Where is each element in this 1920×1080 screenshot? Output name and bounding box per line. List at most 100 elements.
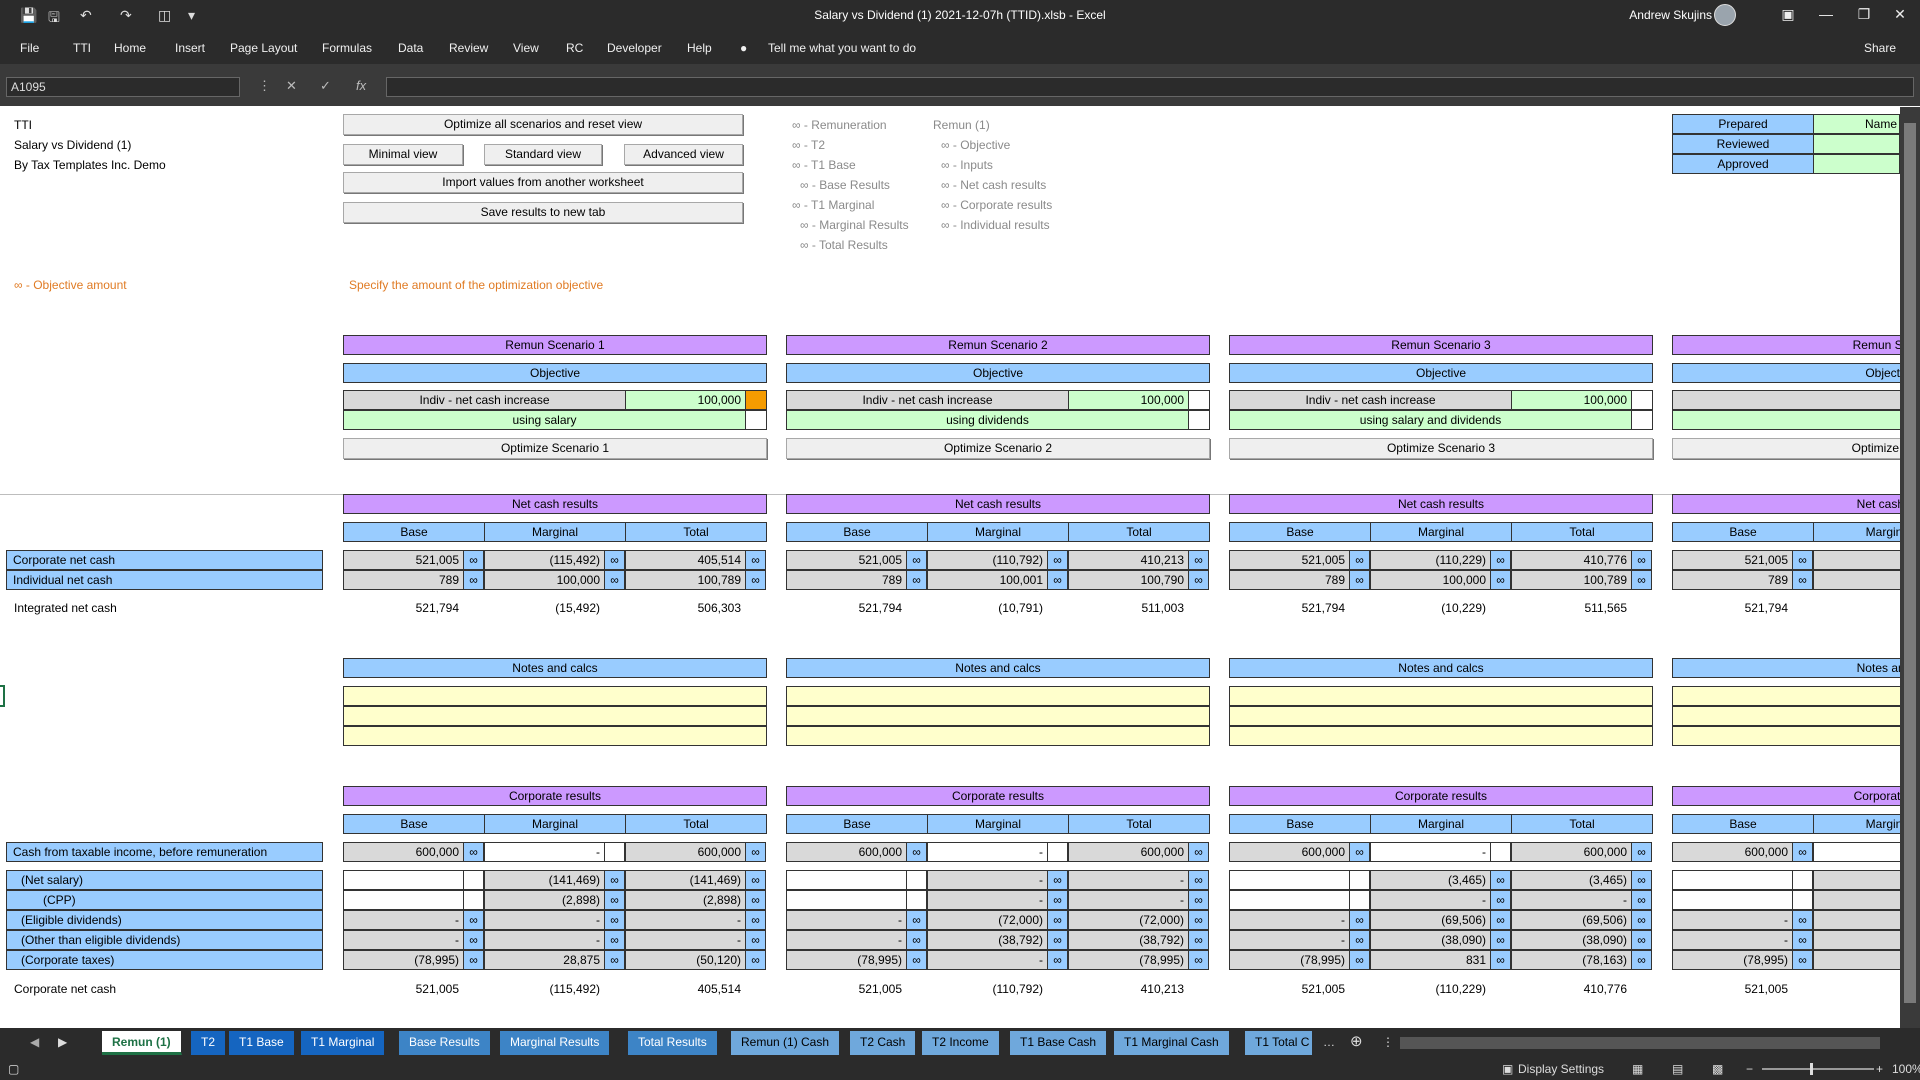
infinity-link-icon[interactable]: ∞ <box>463 842 484 862</box>
infinity-link-icon[interactable]: ∞ <box>745 930 766 950</box>
infinity-link-icon[interactable]: ∞ <box>745 950 766 970</box>
infinity-link-icon[interactable]: ∞ <box>906 910 927 930</box>
notes-cell[interactable] <box>1672 726 1900 746</box>
objective-value-cell[interactable]: 100,000 <box>1068 390 1189 410</box>
sheet-tab-t1-base-cash[interactable]: T1 Base Cash <box>1010 1031 1108 1055</box>
infinity-link-icon[interactable]: ∞ <box>1188 910 1209 930</box>
nav-link-base-results[interactable]: ∞ - Base Results <box>800 178 890 192</box>
infinity-link-icon[interactable]: ∞ <box>1792 950 1813 970</box>
sheet-tab-base-results[interactable]: Base Results <box>399 1031 491 1055</box>
minimal-view-button[interactable]: Minimal view <box>343 144 463 165</box>
infinity-link-icon[interactable]: ∞ <box>1188 550 1209 570</box>
name-box[interactable]: A1095 <box>6 77 240 97</box>
sheet-tab-t1-marginal-cash[interactable]: T1 Marginal Cash <box>1114 1031 1230 1055</box>
ribbon-tab-review[interactable]: Review <box>449 41 488 55</box>
optimize-scenario-button[interactable]: Optimize Scenario 2 <box>786 438 1210 459</box>
ribbon-tab-view[interactable]: View <box>513 41 539 55</box>
infinity-link-icon[interactable]: ∞ <box>906 950 927 970</box>
infinity-link-icon[interactable]: ∞ <box>1490 890 1511 910</box>
sheet-tab-remun-1[interactable]: Remun (1) <box>102 1031 182 1055</box>
restore-icon[interactable]: ❐ <box>1844 6 1884 23</box>
formula-input[interactable] <box>386 77 1914 97</box>
infinity-link-icon[interactable]: ∞ <box>906 570 927 590</box>
infinity-link-icon[interactable]: ∞ <box>906 930 927 950</box>
infinity-link-icon[interactable]: ∞ <box>745 570 766 590</box>
infinity-link-icon[interactable]: ∞ <box>1188 950 1209 970</box>
sheet-tab-t1-marginal[interactable]: T1 Marginal <box>301 1031 386 1055</box>
infinity-link-icon[interactable]: ∞ <box>1792 550 1813 570</box>
scroll-tabs-left-icon[interactable]: ◀ <box>20 1031 51 1055</box>
optimize-scenario-button[interactable]: Optimize Sc <box>1672 438 1900 459</box>
ribbon-tab-page-layout[interactable]: Page Layout <box>230 41 297 55</box>
objective-value-cell[interactable]: 100,000 <box>1511 390 1632 410</box>
infinity-link-icon[interactable]: ∞ <box>1047 870 1068 890</box>
scroll-tabs-right-icon[interactable]: ▶ <box>48 1031 79 1055</box>
method-cell[interactable]: using salary <box>343 410 746 430</box>
sheet-tab-t2-cash[interactable]: T2 Cash <box>850 1031 917 1055</box>
infinity-link-icon[interactable]: ∞ <box>463 570 484 590</box>
add-sheet-icon[interactable]: ⊕ <box>1340 1031 1374 1055</box>
infinity-link-icon[interactable]: ∞ <box>1349 910 1370 930</box>
optimize-all-button[interactable]: Optimize all scenarios and reset view <box>343 114 743 135</box>
infinity-link-icon[interactable]: ∞ <box>1631 570 1652 590</box>
share-button[interactable]: Share <box>1864 41 1896 55</box>
infinity-link-icon[interactable]: ∞ <box>1490 930 1511 950</box>
infinity-link-icon[interactable]: ∞ <box>1188 890 1209 910</box>
save-results-button[interactable]: Save results to new tab <box>343 202 743 223</box>
objective-value-cell[interactable]: 100,000 <box>625 390 746 410</box>
infinity-link-icon[interactable]: ∞ <box>604 550 625 570</box>
horizontal-scrollbar[interactable] <box>1400 1037 1880 1049</box>
infinity-link-icon[interactable]: ∞ <box>1047 570 1068 590</box>
infinity-link-icon[interactable]: ∞ <box>1047 950 1068 970</box>
infinity-link-icon[interactable]: ∞ <box>604 890 625 910</box>
infinity-link-icon[interactable]: ∞ <box>1792 570 1813 590</box>
infinity-link-icon[interactable]: ∞ <box>604 870 625 890</box>
infinity-link-icon[interactable]: ∞ <box>1188 930 1209 950</box>
nav-link-individual-results[interactable]: ∞ - Individual results <box>941 218 1050 232</box>
notes-cell[interactable] <box>1672 686 1900 706</box>
more-options-icon[interactable]: ⋮ <box>258 78 271 94</box>
ribbon-tab-rc[interactable]: RC <box>566 41 583 55</box>
infinity-link-icon[interactable]: ∞ <box>1188 570 1209 590</box>
infinity-link-icon[interactable]: ∞ <box>1047 550 1068 570</box>
ribbon-tab-developer[interactable]: Developer <box>607 41 662 55</box>
infinity-link-icon[interactable]: ∞ <box>463 550 484 570</box>
infinity-link-icon[interactable]: ∞ <box>1631 842 1652 862</box>
infinity-link-icon[interactable]: ∞ <box>1631 950 1652 970</box>
ribbon-tab-formulas[interactable]: Formulas <box>322 41 372 55</box>
method-flag-cell[interactable] <box>1631 410 1653 430</box>
method-flag-cell[interactable] <box>1188 410 1210 430</box>
optimize-scenario-button[interactable]: Optimize Scenario 3 <box>1229 438 1653 459</box>
notes-cell[interactable] <box>343 686 767 706</box>
infinity-link-icon[interactable]: ∞ <box>1047 890 1068 910</box>
infinity-link-icon[interactable]: ∞ <box>745 550 766 570</box>
infinity-link-icon[interactable]: ∞ <box>463 950 484 970</box>
notes-cell[interactable] <box>1229 706 1653 726</box>
objective-flag-cell[interactable] <box>745 390 767 410</box>
objective-label-cell[interactable]: Indiv - net cash increase <box>786 390 1069 410</box>
notes-cell[interactable] <box>786 686 1210 706</box>
notes-cell[interactable] <box>1229 726 1653 746</box>
nav-link-remuneration[interactable]: ∞ - Remuneration <box>792 118 887 132</box>
method-flag-cell[interactable] <box>745 410 767 430</box>
zoom-in-icon[interactable]: + <box>1876 1062 1883 1076</box>
infinity-link-icon[interactable]: ∞ <box>463 910 484 930</box>
infinity-link-icon[interactable] <box>1490 842 1511 862</box>
display-settings-icon[interactable]: ▣ <box>1502 1062 1513 1076</box>
zoom-level[interactable]: 100% <box>1892 1062 1920 1076</box>
infinity-link-icon[interactable]: ∞ <box>906 550 927 570</box>
sheet-tab-t2-income[interactable]: T2 Income <box>922 1031 1000 1055</box>
objective-flag-cell[interactable] <box>1188 390 1210 410</box>
infinity-link-icon[interactable]: ∞ <box>1631 870 1652 890</box>
normal-view-icon[interactable]: ▦ <box>1632 1062 1643 1076</box>
infinity-link-icon[interactable]: ∞ <box>1490 550 1511 570</box>
infinity-link-icon[interactable]: ∞ <box>1490 950 1511 970</box>
zoom-out-icon[interactable]: − <box>1746 1062 1753 1076</box>
user-name[interactable]: Andrew Skujins <box>1629 8 1712 22</box>
infinity-link-icon[interactable]: ∞ <box>745 910 766 930</box>
nav-link-inputs[interactable]: ∞ - Inputs <box>941 158 993 172</box>
infinity-link-icon[interactable] <box>1047 842 1068 862</box>
infinity-link-icon[interactable]: ∞ <box>1349 950 1370 970</box>
infinity-link-icon[interactable]: ∞ <box>1792 910 1813 930</box>
infinity-link-icon[interactable]: ∞ <box>1349 550 1370 570</box>
